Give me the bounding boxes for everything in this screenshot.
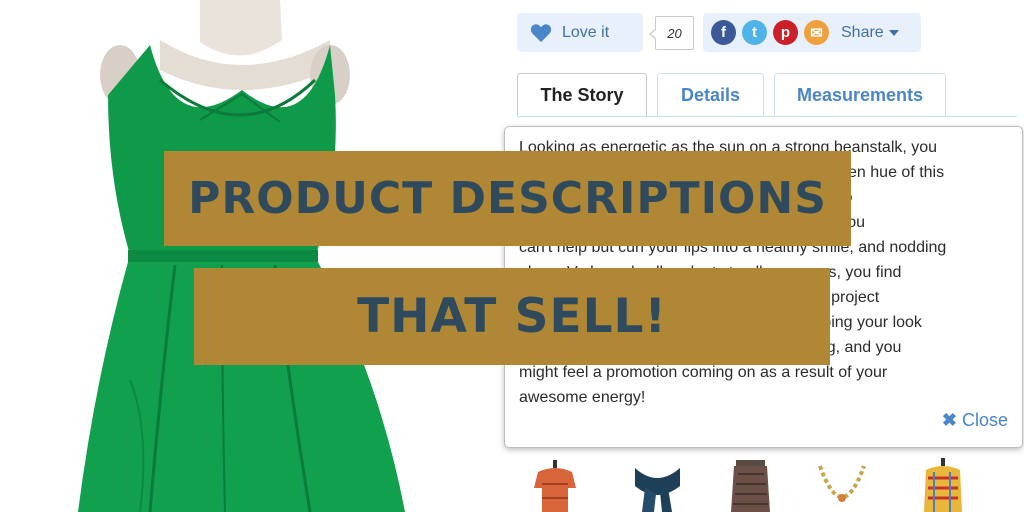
story-line: awesome energy! [519, 389, 646, 406]
love-it-label: Love it [562, 23, 610, 41]
facebook-icon[interactable]: f [711, 20, 736, 45]
thumb-navy-scarf[interactable] [630, 458, 685, 512]
love-it-button[interactable]: Love it [517, 13, 643, 52]
title-banner-line-2: THAT SELL! [194, 268, 830, 365]
tab-measurements[interactable]: Measurements [774, 73, 946, 117]
thumb-tweed-skirt[interactable] [728, 458, 773, 512]
thumb-orange-top[interactable] [530, 458, 580, 512]
twitter-icon[interactable]: t [742, 20, 767, 45]
title-banner-line-1: PRODUCT DESCRIPTIONS [164, 151, 851, 246]
thumb-patterned-top[interactable] [920, 458, 966, 512]
tab-divider [517, 116, 1017, 117]
close-icon: ✖ [941, 410, 957, 430]
love-count-badge: 20 [649, 16, 694, 50]
share-dropdown-button[interactable]: Share [841, 24, 899, 42]
tab-the-story[interactable]: The Story [517, 73, 647, 117]
thumb-gold-necklace[interactable] [812, 458, 872, 512]
email-icon[interactable]: ✉ [804, 20, 829, 45]
dress-product-image [78, 0, 405, 512]
close-label: Close [961, 410, 1008, 430]
share-bar: f t p ✉ Share [703, 13, 921, 52]
tab-details[interactable]: Details [657, 73, 764, 117]
heart-icon [530, 23, 552, 42]
close-button[interactable]: ✖ Close [942, 410, 1008, 431]
pinterest-icon[interactable]: p [773, 20, 798, 45]
caret-down-icon [888, 29, 899, 36]
share-label: Share [841, 23, 884, 41]
